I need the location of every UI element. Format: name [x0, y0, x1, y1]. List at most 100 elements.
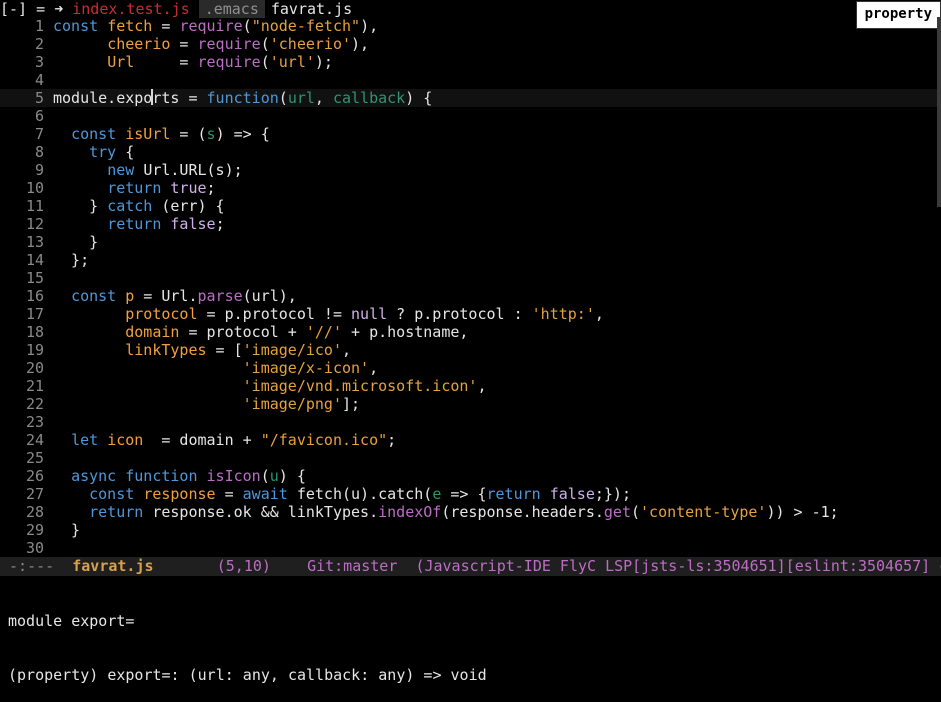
code-token: u [269, 467, 279, 485]
code-token: response.ok && linkTypes. [152, 503, 379, 521]
code-token: isUrl [125, 125, 171, 143]
code-line[interactable]: 15 [0, 269, 941, 287]
code-token: ( [260, 35, 270, 53]
git-branch[interactable]: Git:master [307, 557, 397, 575]
code-token: = [ [206, 341, 243, 359]
code-token: } [53, 233, 99, 251]
code-token: ? p.protocol : [387, 305, 532, 323]
code-text: } catch (err) { [53, 197, 225, 215]
major-minor-modes[interactable]: (Javascript-IDE FlyC LSP[jsts-ls:3504651… [415, 557, 941, 575]
code-token: , [342, 341, 352, 359]
code-line[interactable]: 29 } [0, 521, 941, 539]
code-line[interactable]: 12 return false; [0, 215, 941, 233]
code-line[interactable]: 18 domain = protocol + '//' + p.hostname… [0, 323, 941, 341]
line-number: 7 [34, 125, 44, 143]
code-token: domain [125, 323, 180, 341]
code-token: module.expo [53, 89, 153, 107]
code-token: const [71, 125, 126, 143]
code-line[interactable]: 11 } catch (err) { [0, 197, 941, 215]
code-token: = [170, 35, 198, 53]
code-token: ( [631, 503, 641, 521]
code-token: (err) { [152, 197, 225, 215]
code-token: = domain + [143, 431, 261, 449]
code-token: 'image/png' [242, 395, 342, 413]
code-line[interactable]: 30 [0, 539, 941, 557]
code-text: protocol = p.protocol != null ? p.protoc… [53, 305, 604, 323]
code-token: ) => { [215, 125, 270, 143]
code-token: const [71, 287, 126, 305]
code-token: require [197, 53, 261, 71]
code-line[interactable]: 1 const fetch = require("node-fetch"), [0, 17, 941, 35]
code-line[interactable]: 20 'image/x-icon', [0, 359, 941, 377]
code-token: fetch(u).catch( [296, 485, 433, 503]
code-token: ( [242, 17, 252, 35]
code-line[interactable]: 28 return response.ok && linkTypes.index… [0, 503, 941, 521]
tab-index-test-js[interactable]: index.test.js [72, 0, 189, 18]
line-number: 27 [25, 485, 44, 503]
code-line[interactable]: 19 linkTypes = ['image/ico', [0, 341, 941, 359]
buffer-state: -:--- [9, 557, 55, 575]
code-token: Url [107, 53, 135, 71]
code-line[interactable]: 21 'image/vnd.microsoft.icon', [0, 377, 941, 395]
line-number: 10 [25, 179, 44, 197]
code-token: parse [197, 287, 243, 305]
code-line[interactable]: 7 const isUrl = (s) => { [0, 125, 941, 143]
code-line[interactable]: 24 let icon = domain + "/favicon.ico"; [0, 431, 941, 449]
buffer-name[interactable]: favrat.js [72, 557, 153, 575]
tab-bar: [-] = ➜ index.test.js .emacs favrat.js [0, 0, 941, 18]
tab-emacs[interactable]: .emacs [198, 0, 265, 18]
line-number: 9 [34, 161, 44, 179]
code-line[interactable]: 2 cheerio = require('cheerio'), [0, 35, 941, 53]
code-line[interactable]: 25 [0, 449, 941, 467]
tab-favrat-js[interactable]: favrat.js [265, 0, 352, 18]
code-token: (url), [242, 287, 297, 305]
code-line[interactable]: 8 try { [0, 143, 941, 161]
code-token: ), [351, 35, 370, 53]
code-text: } [53, 233, 98, 251]
code-token: isIcon [206, 467, 261, 485]
code-token: false [170, 215, 216, 233]
code-token: ; [215, 215, 225, 233]
code-line[interactable]: 27 const response = await fetch(u).catch… [0, 485, 941, 503]
code-token: (response.headers. [441, 503, 604, 521]
code-line[interactable]: 16 const p = Url.parse(url), [0, 287, 941, 305]
code-token: rts = [152, 89, 207, 107]
line-number: 30 [25, 539, 44, 557]
code-line[interactable]: 9 new Url.URL(s); [0, 161, 941, 179]
code-token: function [206, 89, 279, 107]
code-line[interactable]: 4 [0, 71, 941, 89]
code-token: } [53, 521, 81, 539]
line-number: 19 [25, 341, 44, 359]
code-line[interactable]: 6 [0, 107, 941, 125]
code-token: linkTypes [125, 341, 207, 359]
code-line[interactable]: 14 }; [0, 251, 941, 269]
code-line[interactable]: 17 protocol = p.protocol != null ? p.pro… [0, 305, 941, 323]
scrollbar[interactable] [937, 17, 941, 207]
code-token: { [116, 143, 135, 161]
code-line[interactable]: 3 Url = require('url'); [0, 53, 941, 71]
line-number: 15 [25, 269, 44, 287]
line-number: 8 [34, 143, 44, 161]
code-token: get [603, 503, 631, 521]
code-line[interactable]: 5 module.exports = function(url, callback… [0, 89, 941, 107]
echo-area: module export= (property) export=: (url:… [0, 576, 941, 684]
code-token: , [477, 377, 487, 395]
code-token: catch [107, 197, 153, 215]
code-editor[interactable]: 1 const fetch = require("node-fetch"), 2 c… [0, 17, 941, 557]
code-line[interactable]: 13 } [0, 233, 941, 251]
code-line[interactable]: 26 async function isIcon(u) { [0, 467, 941, 485]
code-text: 'image/x-icon', [53, 359, 378, 377]
code-text: try { [53, 143, 134, 161]
line-number: 17 [25, 305, 44, 323]
code-token: response [143, 485, 216, 503]
code-line[interactable]: 23 [0, 413, 941, 431]
code-line[interactable]: 10 return true; [0, 179, 941, 197]
code-line[interactable]: 22 'image/png']; [0, 395, 941, 413]
line-number: 3 [34, 53, 44, 71]
